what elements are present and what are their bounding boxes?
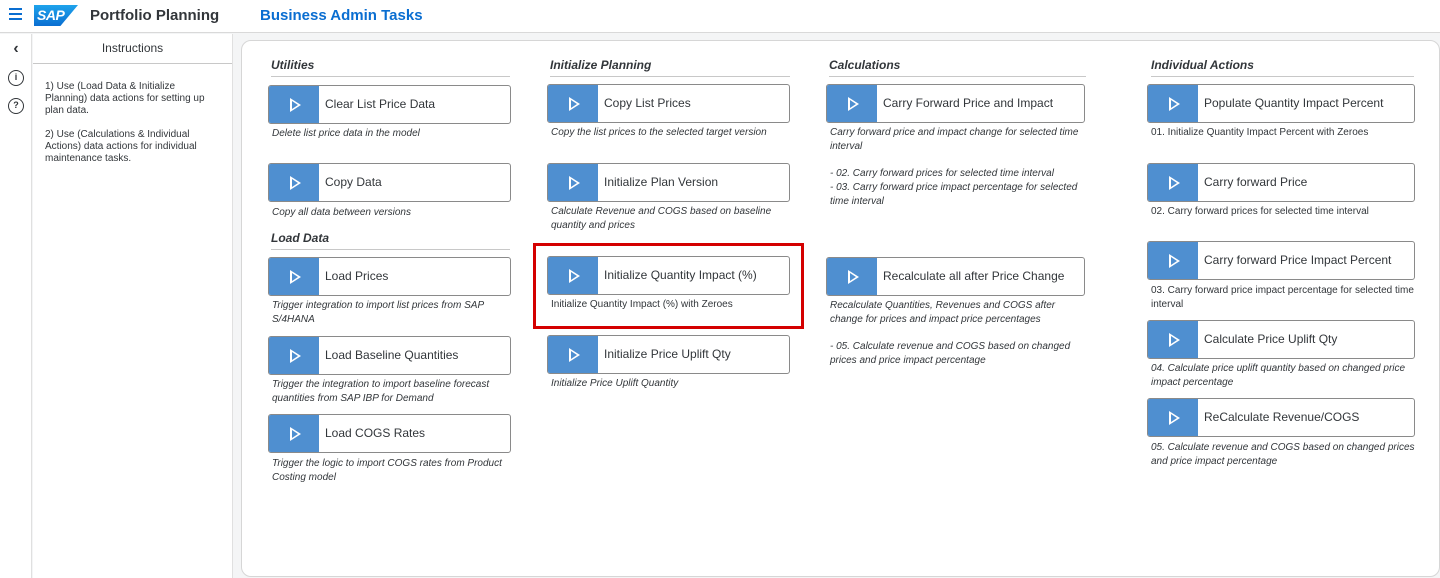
action-description: Calculate Revenue and COGS based on base…	[551, 206, 772, 231]
play-icon	[827, 258, 877, 295]
instructions-panel: Instructions 1) Use (Load Data & Initial…	[33, 34, 233, 578]
section-load-data-title: Load Data	[271, 231, 510, 250]
action-description: Initialize Price Uplift Quantity	[551, 378, 679, 389]
carry-forward-impact-button[interactable]: Carry forward Price Impact Percent	[1147, 241, 1415, 280]
action-description: Trigger the integration to import baseli…	[272, 379, 490, 404]
action-label: Load COGS Rates	[325, 426, 426, 440]
carry-forward-price-impact-button[interactable]: Carry Forward Price and Impact	[826, 84, 1085, 123]
recalculate-revenue-cogs-button[interactable]: ReCalculate Revenue/COGS	[1147, 398, 1415, 437]
action-label: Clear List Price Data	[325, 97, 436, 111]
action-label: Recalculate all after Price Change	[883, 269, 1065, 283]
play-icon	[1148, 399, 1198, 436]
play-icon	[1148, 85, 1198, 122]
action-label: Carry forward Price Impact Percent	[1204, 253, 1392, 267]
action-label: Initialize Price Uplift Qty	[604, 347, 731, 361]
load-prices-button[interactable]: Load Prices	[268, 257, 511, 296]
action-description: - 05. Calculate revenue and COGS based o…	[830, 341, 1071, 366]
action-label: Load Prices	[325, 269, 389, 283]
play-icon	[269, 86, 319, 123]
copy-list-prices-button[interactable]: Copy List Prices	[547, 84, 790, 123]
instructions-title: Instructions	[33, 34, 232, 64]
play-icon	[548, 336, 598, 373]
clear-list-price-button[interactable]: Clear List Price Data	[268, 85, 511, 124]
action-description: Delete list price data in the model	[272, 128, 420, 139]
play-icon	[1148, 164, 1198, 201]
action-description: 03. Carry forward price impact percentag…	[1151, 285, 1414, 310]
main-canvas: Utilities Clear List Price Data Delete l…	[241, 40, 1440, 577]
action-label: Copy Data	[325, 175, 382, 189]
action-label: Calculate Price Uplift Qty	[1204, 332, 1338, 346]
populate-quantity-impact-button[interactable]: Populate Quantity Impact Percent	[1147, 84, 1415, 123]
play-icon	[269, 337, 319, 374]
play-icon	[548, 164, 598, 201]
initialize-plan-version-button[interactable]: Initialize Plan Version	[547, 163, 790, 202]
load-cogs-rates-button[interactable]: Load COGS Rates	[268, 414, 511, 453]
highlight-box	[533, 243, 804, 329]
side-rail: ‹ i ?	[0, 34, 32, 578]
action-description: - 03. Carry forward price impact percent…	[830, 182, 1078, 207]
instruction-line: 1) Use (Load Data & Initialize Planning)…	[45, 81, 205, 116]
shell-bar: SAP Portfolio Planning Business Admin Ta…	[0, 0, 1440, 33]
play-icon	[269, 258, 319, 295]
action-description: 02. Carry forward prices for selected ti…	[1151, 206, 1369, 217]
app-title: Portfolio Planning	[90, 7, 220, 24]
instruction-line: 2) Use (Calculations & Individual Action…	[45, 129, 197, 164]
instructions-text: 1) Use (Load Data & Initialize Planning)…	[33, 64, 232, 165]
carry-forward-price-button[interactable]: Carry forward Price	[1147, 163, 1415, 202]
section-individual-title: Individual Actions	[1151, 58, 1414, 77]
action-label: Initialize Plan Version	[604, 175, 719, 189]
menu-icon[interactable]	[9, 8, 22, 22]
info-icon[interactable]: i	[8, 70, 24, 86]
action-description: Trigger the logic to import COGS rates f…	[272, 458, 502, 483]
help-icon[interactable]: ?	[8, 98, 24, 114]
action-label: ReCalculate Revenue/COGS	[1204, 410, 1360, 424]
action-description: Trigger integration to import list price…	[272, 300, 484, 325]
action-description: Copy the list prices to the selected tar…	[551, 127, 767, 138]
action-label: Carry forward Price	[1204, 175, 1308, 189]
action-label: Carry Forward Price and Impact	[883, 96, 1054, 110]
play-icon	[1148, 321, 1198, 358]
sap-logo: SAP	[34, 5, 78, 26]
play-icon	[548, 85, 598, 122]
play-icon	[1148, 242, 1198, 279]
chevron-left-icon[interactable]: ‹	[8, 41, 24, 58]
action-description: 05. Calculate revenue and COGS based on …	[1151, 442, 1415, 467]
section-initialize-title: Initialize Planning	[550, 58, 790, 77]
action-description: Recalculate Quantities, Revenues and COG…	[830, 300, 1056, 325]
play-icon	[269, 415, 319, 452]
page-title: Business Admin Tasks	[260, 7, 423, 24]
action-description: Copy all data between versions	[272, 207, 411, 218]
section-calculations-title: Calculations	[829, 58, 1086, 77]
initialize-price-uplift-button[interactable]: Initialize Price Uplift Qty	[547, 335, 790, 374]
section-utilities-title: Utilities	[271, 58, 510, 77]
action-label: Copy List Prices	[604, 96, 691, 110]
copy-data-button[interactable]: Copy Data	[268, 163, 511, 202]
action-label: Load Baseline Quantities	[325, 348, 459, 362]
play-icon	[827, 85, 877, 122]
action-label: Populate Quantity Impact Percent	[1204, 96, 1384, 110]
play-icon	[269, 164, 319, 201]
recalculate-all-button[interactable]: Recalculate all after Price Change	[826, 257, 1085, 296]
action-description: - 02. Carry forward prices for selected …	[830, 168, 1054, 179]
calculate-price-uplift-button[interactable]: Calculate Price Uplift Qty	[1147, 320, 1415, 359]
action-description: 01. Initialize Quantity Impact Percent w…	[1151, 127, 1369, 138]
load-baseline-quantities-button[interactable]: Load Baseline Quantities	[268, 336, 511, 375]
action-description: Carry forward price and impact change fo…	[830, 127, 1079, 152]
action-description: 04. Calculate price uplift quantity base…	[1151, 363, 1406, 388]
